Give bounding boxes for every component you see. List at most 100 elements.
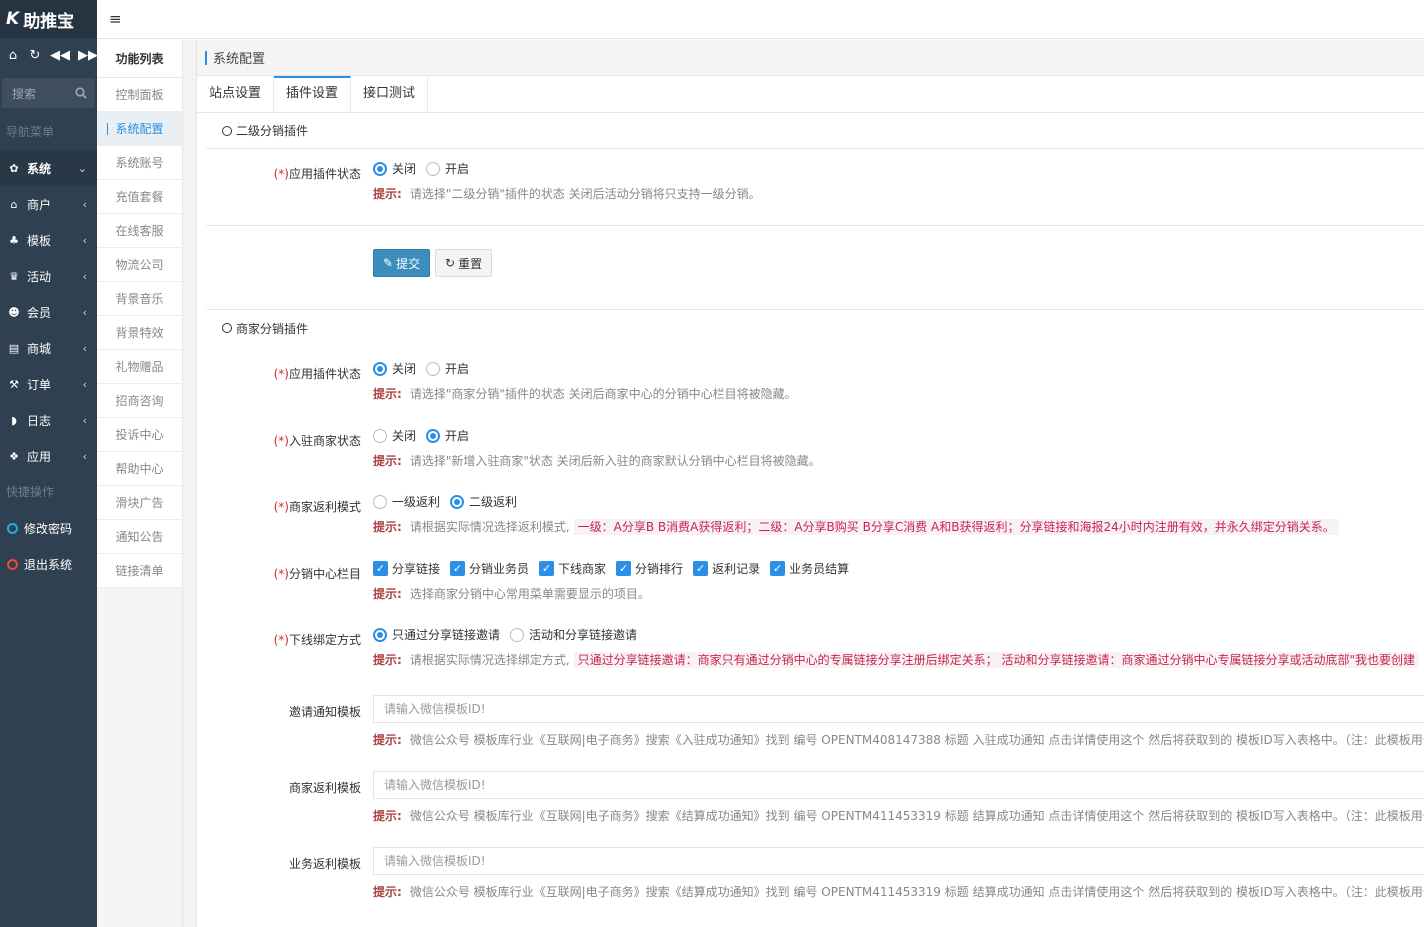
sidebar-item-label: 商户 — [27, 197, 52, 212]
tab-bar: 站点设置 插件设置 接口测试 — [197, 76, 1424, 113]
radio-rebate-level1[interactable]: 一级返利 — [373, 493, 440, 510]
forward-icon[interactable]: ▶▶ — [78, 48, 98, 63]
logo[interactable]: K 助推宝 — [0, 0, 97, 38]
radio-rebate-level2[interactable]: 二级返利 — [450, 493, 517, 510]
tab-1[interactable]: 插件设置 — [274, 76, 352, 112]
radio-plugin2-off[interactable]: 关闭 — [373, 360, 416, 377]
sidebar-item-2[interactable]: ♣ 模板 ‹ — [0, 222, 97, 258]
merchant-rebate-template-input[interactable]: 请输入微信模板ID! — [373, 771, 1424, 799]
hint-business-rebate-template: 提示: 微信公众号 模板库行业《互联网|电子商务》搜索《结算成功通知》找到 编号 … — [373, 885, 1424, 899]
function-item[interactable]: 滑块广告 — [97, 486, 182, 520]
checkbox-0[interactable]: ✓ 分享链接 — [373, 560, 440, 577]
function-item[interactable]: 控制面板 — [97, 78, 182, 112]
function-item[interactable]: 投诉中心 — [97, 418, 182, 452]
checkbox-label: 分销业务员 — [469, 562, 530, 576]
business-rebate-template-input[interactable]: 请输入微信模板ID! — [373, 847, 1424, 875]
checkbox-5[interactable]: ✓ 业务员结算 — [770, 560, 849, 577]
sidebar-item-8[interactable]: ❖ 应用 ‹ — [0, 438, 97, 474]
checkbox-label: 分享链接 — [392, 562, 441, 576]
sidebar-item-5[interactable]: ▤ 商城 ‹ — [0, 330, 97, 366]
topbar: ≡ — [97, 0, 1424, 39]
circle-icon — [7, 522, 18, 534]
radio-bind-activity-share[interactable]: 活动和分享链接邀请 — [510, 626, 637, 643]
sidebar-item-4[interactable]: ☻ 会员 ‹ — [0, 294, 97, 330]
checkbox-3[interactable]: ✓ 分销排行 — [616, 560, 683, 577]
sidebar-item-label: 模板 — [27, 233, 52, 248]
sidebar-item-1[interactable]: ⌂ 商户 ‹ — [0, 186, 97, 222]
sidebar-item-label: 会员 — [27, 305, 52, 320]
chevron-icon: ⌄ — [77, 161, 87, 175]
shield-icon: ◗ — [11, 413, 17, 427]
field-label: 邀请通知模板 — [288, 705, 361, 719]
checkbox-label: 返利记录 — [712, 562, 761, 576]
menu-toggle-icon[interactable]: ≡ — [109, 10, 122, 28]
field-label: 业务返利模板 — [288, 857, 361, 871]
hint-plugin2: 提示: 请选择"商家分销"插件的状态 关闭后商家中心的分销中心栏目将被隐藏。 — [373, 387, 797, 401]
refresh-icon[interactable]: ↻ — [28, 48, 42, 63]
checkbox-group: ✓ 分享链接 ✓ 分销业务员 ✓ 下线商家 ✓ 分销排行 ✓ 返利记录 ✓ 业务员结算 — [373, 560, 859, 577]
chevron-icon: ‹ — [82, 197, 87, 211]
checkbox-label: 下线商家 — [558, 562, 607, 576]
search-input[interactable]: 搜索 — [2, 78, 95, 108]
backward-icon[interactable]: ◀◀ — [50, 48, 70, 63]
brand-name: 助推宝 — [23, 11, 75, 32]
sidebar-item-7[interactable]: ◗ 日志 ‹ — [0, 402, 97, 438]
function-item[interactable]: 充值套餐 — [97, 180, 182, 214]
function-item[interactable]: 帮助中心 — [97, 452, 182, 486]
checkbox-4[interactable]: ✓ 返利记录 — [693, 560, 760, 577]
check-icon: ✓ — [770, 561, 786, 576]
checkbox-label: 业务员结算 — [789, 562, 850, 576]
function-item[interactable]: 系统账号 — [97, 146, 182, 180]
quick-icons: ⌂ ↻ ◀◀ ▶▶ — [0, 38, 98, 72]
sidebar-item-3[interactable]: ♛ 活动 ‹ — [0, 258, 97, 294]
quick-menu: 修改密码 退出系统 — [0, 510, 97, 582]
function-item[interactable]: 招商咨询 — [97, 384, 182, 418]
hint-invite-template: 提示: 微信公众号 模板库行业《互联网|电子商务》搜索《入驻成功通知》找到 编号 … — [373, 733, 1424, 747]
reset-button[interactable]: ↻ 重置 — [435, 249, 493, 277]
sidebar-item-6[interactable]: ⚒ 订单 ‹ — [0, 366, 97, 402]
check-icon: ✓ — [539, 561, 555, 576]
invite-template-input[interactable]: 请输入微信模板ID! — [373, 695, 1424, 723]
radio-bind-share-only[interactable]: 只通过分享链接邀请 — [373, 626, 500, 643]
function-item[interactable]: 在线客服 — [97, 214, 182, 248]
function-item[interactable]: 链接清单 — [97, 554, 182, 588]
section-title-text: 二级分销插件 — [236, 124, 309, 138]
trophy-icon: ♛ — [9, 269, 19, 283]
check-icon: ✓ — [616, 561, 632, 576]
radio-plugin1-on[interactable]: 开启 — [426, 160, 469, 177]
sidebar-item-0[interactable]: ✿ 系统 ⌄ — [0, 150, 97, 186]
hint-merchant-rebate-template: 提示: 微信公众号 模板库行业《互联网|电子商务》搜索《结算成功通知》找到 编号 … — [373, 809, 1424, 823]
tab-0[interactable]: 站点设置 — [197, 76, 275, 112]
function-item[interactable]: 背景音乐 — [97, 282, 182, 316]
home-icon: ⌂ — [10, 197, 18, 211]
chevron-icon: ‹ — [82, 305, 87, 319]
nav-section-label: 导航菜单 — [6, 125, 55, 139]
radio-plugin2-on[interactable]: 开启 — [426, 360, 469, 377]
function-item[interactable]: 背景特效 — [97, 316, 182, 350]
function-item[interactable]: 礼物赠品 — [97, 350, 182, 384]
radio-merchant-on[interactable]: 开启 — [426, 427, 469, 444]
sidebar-item-label: 订单 — [27, 377, 52, 392]
quick-item-label: 退出系统 — [24, 557, 73, 572]
search-icon[interactable] — [75, 87, 87, 99]
cubes-icon: ❖ — [9, 449, 19, 463]
radio-merchant-off[interactable]: 关闭 — [373, 427, 416, 444]
hint-merchant-status: 提示: 请选择"新增入驻商家"状态 关闭后新入驻的商家默认分销中心栏目将被隐藏。 — [373, 454, 821, 468]
function-item[interactable]: 物流公司 — [97, 248, 182, 282]
tab-2[interactable]: 接口测试 — [351, 76, 429, 112]
home-icon[interactable]: ⌂ — [6, 48, 20, 63]
quick-item-1[interactable]: 退出系统 — [0, 546, 97, 582]
quick-item-0[interactable]: 修改密码 — [0, 510, 97, 546]
checkbox-2[interactable]: ✓ 下线商家 — [539, 560, 606, 577]
sidebar-item-label: 活动 — [27, 269, 52, 284]
function-item[interactable]: 通知公告 — [97, 520, 182, 554]
radio-plugin1-off[interactable]: 关闭 — [373, 160, 416, 177]
submit-button[interactable]: ✎ 提交 — [373, 249, 431, 277]
checkbox-1[interactable]: ✓ 分销业务员 — [450, 560, 529, 577]
chevron-icon: ‹ — [82, 269, 87, 283]
quick-item-label: 修改密码 — [24, 521, 73, 536]
search-placeholder: 搜索 — [12, 86, 37, 101]
check-icon: ✓ — [450, 561, 466, 576]
function-item[interactable]: 系统配置 — [97, 112, 182, 146]
sidebar: K 助推宝 ⌂ ↻ ◀◀ ▶▶ 搜索 导航菜单 ✿ 系统 ⌄ ⌂ 商户 ‹ ♣ 模板 ‹ ♛ 活动 ‹… — [0, 0, 98, 927]
